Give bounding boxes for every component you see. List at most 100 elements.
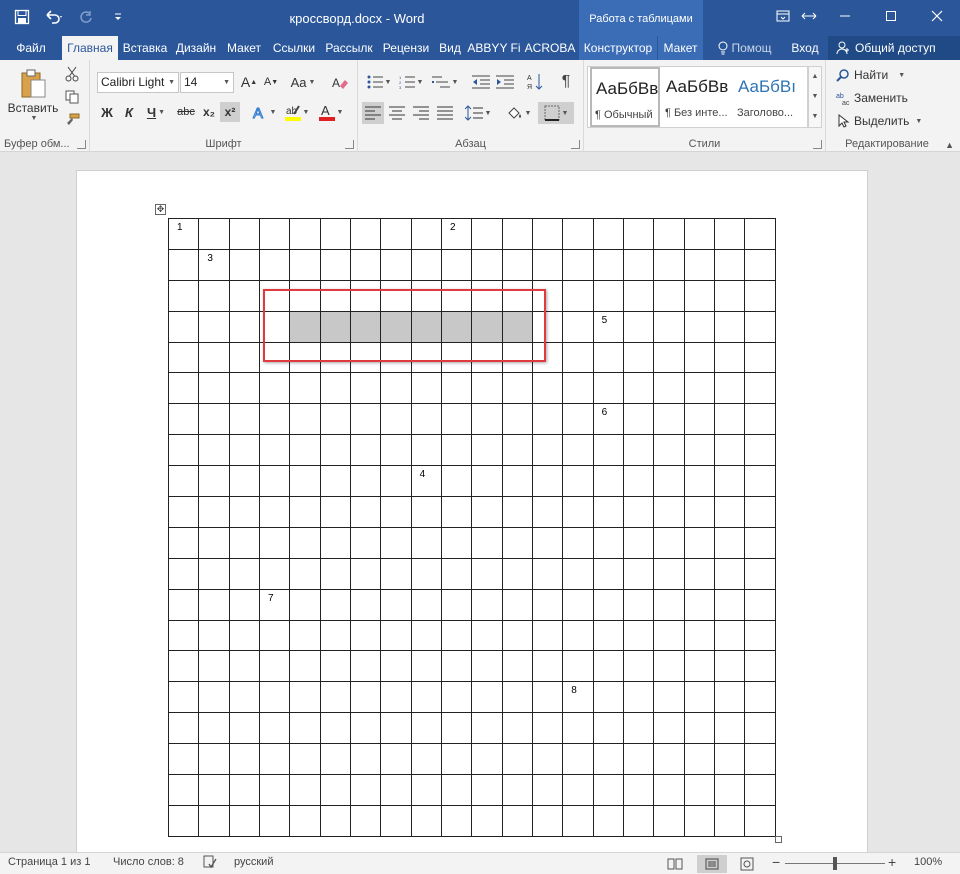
crossword-cell[interactable] (258, 465, 291, 498)
crossword-cell[interactable] (289, 619, 321, 652)
crossword-cell[interactable] (410, 248, 442, 281)
crossword-cell[interactable] (744, 650, 776, 683)
crossword-cell[interactable] (319, 248, 351, 281)
crossword-cell[interactable] (228, 774, 260, 806)
crossword-cell[interactable] (653, 526, 685, 559)
crossword-cell[interactable] (683, 681, 715, 714)
crossword-cell[interactable] (349, 743, 382, 776)
crossword-cell[interactable] (592, 372, 624, 405)
crossword-cell[interactable] (713, 496, 746, 528)
sort-button[interactable]: AЯ (524, 72, 546, 92)
crossword-cell[interactable] (744, 434, 776, 467)
crossword-cell[interactable] (440, 496, 473, 528)
crossword-cell[interactable] (228, 434, 260, 467)
crossword-cell[interactable] (592, 588, 624, 621)
crossword-cell[interactable] (258, 619, 291, 652)
crossword-cell[interactable] (198, 557, 230, 590)
font-name-combo[interactable]: Calibri Light ▼ (97, 72, 179, 93)
select-button[interactable]: Выделить ▼ (836, 112, 922, 130)
paste-dropdown-icon[interactable]: ▼ (31, 115, 38, 122)
crossword-cell[interactable] (198, 218, 230, 250)
crossword-cell[interactable] (653, 681, 685, 714)
crossword-cell[interactable] (410, 712, 442, 745)
crossword-cell[interactable] (562, 248, 594, 281)
crossword-cell[interactable] (198, 434, 230, 467)
crossword-cell[interactable] (471, 743, 503, 776)
crossword-cell[interactable] (713, 743, 746, 776)
crossword-cell[interactable] (349, 248, 382, 281)
crossword-cell[interactable] (622, 619, 655, 652)
crossword-cell[interactable] (258, 496, 291, 528)
crossword-cell[interactable] (531, 681, 564, 714)
crossword-cell[interactable] (744, 341, 776, 374)
crossword-cell[interactable] (744, 526, 776, 559)
crossword-cell[interactable] (258, 557, 291, 590)
crossword-cell[interactable] (440, 557, 473, 590)
crossword-cell[interactable] (562, 341, 594, 374)
crossword-cell[interactable] (501, 465, 533, 498)
paste-button[interactable]: Вставить ▼ (6, 64, 60, 126)
crossword-cell[interactable] (228, 248, 260, 281)
tab-design[interactable]: Дизайн (172, 36, 220, 60)
crossword-cell[interactable] (531, 619, 564, 652)
word-count[interactable]: Число слов: 8 (113, 856, 184, 868)
crossword-cell[interactable] (683, 496, 715, 528)
crossword-cell[interactable] (531, 588, 564, 621)
crossword-cell[interactable] (319, 403, 351, 436)
style-heading[interactable]: АаБбВı Заголово... (734, 67, 804, 127)
crossword-cell[interactable] (562, 712, 594, 745)
crossword-cell[interactable] (501, 372, 533, 405)
tab-acrobat[interactable]: ACROBA (523, 36, 577, 60)
read-mode-button[interactable] (660, 855, 690, 873)
crossword-cell[interactable] (380, 712, 412, 745)
crossword-cell[interactable] (501, 712, 533, 745)
crossword-cell[interactable] (228, 712, 260, 745)
crossword-cell[interactable] (410, 619, 442, 652)
crossword-cell[interactable] (531, 804, 564, 837)
crossword-cell[interactable] (501, 248, 533, 281)
crossword-cell[interactable] (531, 465, 564, 498)
crossword-cell[interactable] (653, 403, 685, 436)
crossword-cell[interactable] (744, 588, 776, 621)
crossword-cell[interactable] (349, 434, 382, 467)
crossword-cell[interactable] (653, 496, 685, 528)
crossword-cell[interactable] (410, 588, 442, 621)
crossword-cell[interactable] (683, 310, 715, 343)
crossword-cell[interactable] (562, 804, 594, 837)
crossword-cell[interactable] (592, 496, 624, 528)
styles-scroll[interactable]: ▲ ▼ ▼ (808, 66, 822, 128)
crossword-cell[interactable] (349, 526, 382, 559)
crossword-cell[interactable] (167, 496, 200, 528)
crossword-cell[interactable] (440, 588, 473, 621)
crossword-cell[interactable] (319, 526, 351, 559)
crossword-cell[interactable] (713, 557, 746, 590)
borders-button[interactable]: ▼ (538, 102, 574, 124)
crossword-cell[interactable] (713, 804, 746, 837)
crossword-cell[interactable] (622, 434, 655, 467)
bullets-button[interactable]: ▼ (364, 72, 394, 92)
crossword-cell[interactable] (592, 434, 624, 467)
crossword-cell[interactable] (228, 526, 260, 559)
crossword-cell[interactable]: 6 (592, 403, 624, 436)
crossword-cell[interactable] (380, 650, 412, 683)
numbering-button[interactable]: 1 2 3 ▼ (396, 72, 426, 92)
crossword-cell[interactable] (501, 588, 533, 621)
crossword-cell[interactable] (622, 218, 655, 250)
crossword-cell[interactable] (622, 588, 655, 621)
crossword-cell[interactable] (228, 465, 260, 498)
crossword-cell[interactable] (349, 403, 382, 436)
crossword-cell[interactable] (653, 588, 685, 621)
crossword-cell[interactable] (562, 403, 594, 436)
crossword-cell[interactable] (744, 496, 776, 528)
crossword-cell[interactable] (410, 434, 442, 467)
tab-references[interactable]: Ссылки (268, 36, 320, 60)
crossword-cell[interactable] (592, 774, 624, 806)
crossword-cell[interactable] (167, 465, 200, 498)
crossword-cell[interactable] (410, 218, 442, 250)
web-layout-button[interactable] (732, 855, 762, 873)
crossword-cell[interactable] (440, 403, 473, 436)
crossword-cell[interactable] (319, 496, 351, 528)
crossword-cell[interactable] (622, 248, 655, 281)
crossword-cell[interactable] (471, 465, 503, 498)
crossword-cell[interactable] (531, 743, 564, 776)
